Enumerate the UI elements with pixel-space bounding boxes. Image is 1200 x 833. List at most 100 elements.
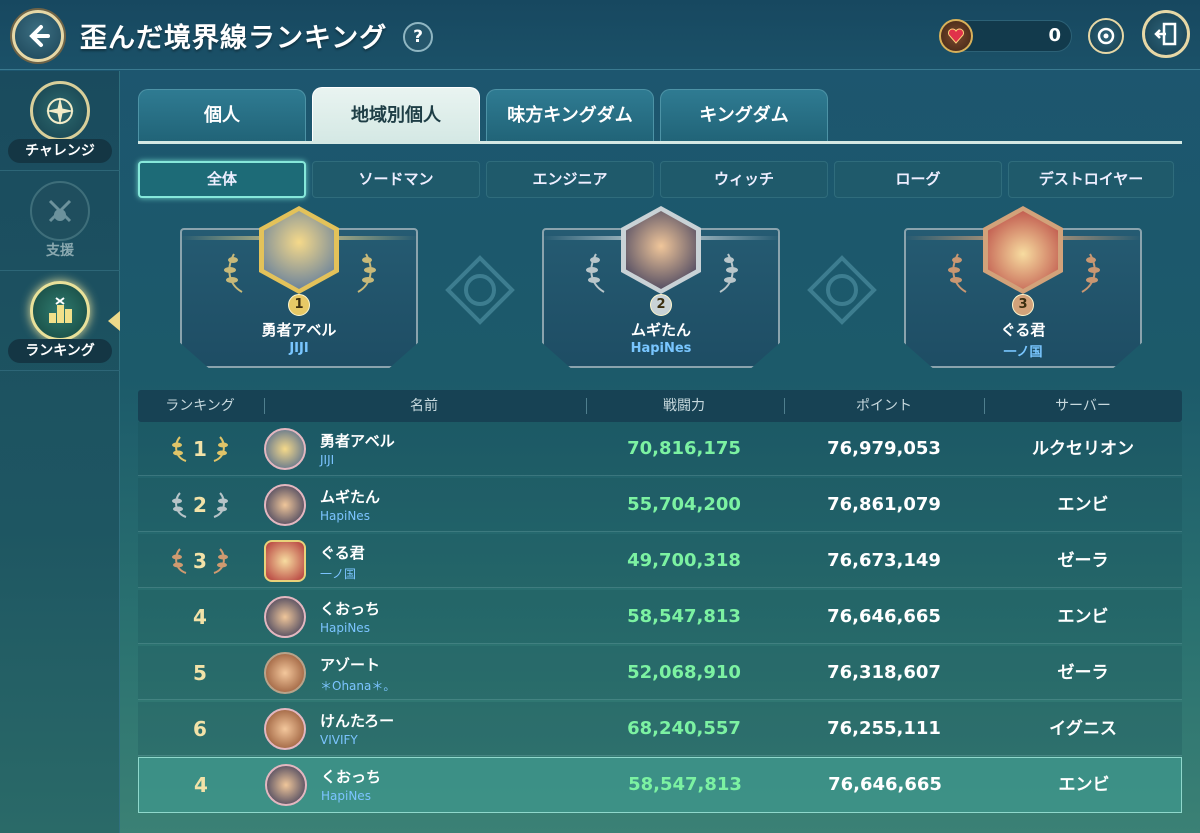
rank-badge: 1: [288, 294, 310, 316]
points: 76,646,665: [828, 774, 942, 795]
points: 76,861,079: [827, 494, 941, 515]
points: 76,646,665: [827, 606, 941, 627]
table-row[interactable]: 2 ムギたん HapiNes 55,704,200 76,861,079 エンビ: [138, 478, 1182, 532]
target-icon: [1097, 27, 1115, 45]
table-row[interactable]: 1 勇者アベル JIJI 70,816,175 76,979,053 ルクセリオ…: [138, 422, 1182, 476]
rank-number: 4: [194, 773, 208, 797]
header-power: 戦闘力: [663, 398, 705, 414]
server: エンビ: [1057, 495, 1109, 515]
celtic-knot-icon: [807, 255, 877, 325]
currency-display: 0: [939, 19, 1072, 53]
combat-power: 70,816,175: [627, 438, 741, 459]
currency-value: 0: [1048, 25, 1061, 46]
settings-button[interactable]: [1088, 18, 1124, 54]
active-indicator-icon: [108, 311, 120, 331]
server: エンビ: [1057, 607, 1109, 627]
combat-power: 49,700,318: [627, 550, 741, 571]
laurel-left-icon: [224, 253, 243, 293]
server: ゼーラ: [1057, 551, 1109, 571]
player-guild: JIJI: [320, 453, 335, 467]
player-name: ぐる君: [320, 544, 365, 562]
avatar[interactable]: [265, 764, 307, 806]
player-guild: 一ノ国: [320, 567, 357, 581]
laurel-left-icon: [948, 253, 967, 293]
combat-power: 58,547,813: [628, 774, 742, 795]
table-row[interactable]: 6 けんたろー VIVIFY 68,240,557 76,255,111 イグニ…: [138, 702, 1182, 756]
heart-gem-icon: [939, 19, 973, 53]
player-guild: VIVIFY: [320, 733, 358, 747]
rank-badge: 3: [1012, 294, 1034, 316]
sidebar-item-challenge[interactable]: チャレンジ: [0, 71, 120, 171]
avatar[interactable]: [264, 484, 306, 526]
points: 76,255,111: [827, 718, 941, 739]
podium-name: ぐる君: [1000, 321, 1046, 339]
ranking-table-header: ランキング 名前 戦闘力 ポイント サーバー: [138, 390, 1182, 422]
tab-regional-individual[interactable]: 地域別個人: [312, 87, 480, 143]
podium-guild: 一ノ国: [1003, 345, 1043, 360]
tab-kingdom[interactable]: キングダム: [660, 89, 828, 141]
podium-guild: HapiNes: [630, 341, 692, 356]
filter-witch[interactable]: ウィッチ: [660, 161, 828, 198]
celtic-knot-icon: [445, 255, 515, 325]
combat-power: 68,240,557: [627, 718, 741, 739]
server: エンビ: [1058, 775, 1110, 795]
rank-number: 4: [193, 605, 207, 629]
top-bar: 歪んだ境界線ランキング ? 0: [0, 0, 1200, 70]
combat-power: 55,704,200: [627, 494, 741, 515]
avatar[interactable]: [264, 708, 306, 750]
laurel-left-icon: [586, 253, 605, 293]
table-row[interactable]: 4 くおっち HapiNes 58,547,813 76,646,665 エンビ: [138, 590, 1182, 644]
player-name: 勇者アベル: [320, 432, 395, 450]
table-row[interactable]: 5 アゾート ＊Ohana＊。 52,068,910 76,318,607 ゼー…: [138, 646, 1182, 700]
sidebar-item-ranking[interactable]: ランキング: [0, 271, 120, 371]
laurel-right-icon: [1081, 253, 1100, 293]
ranking-podium-icon: [30, 281, 90, 341]
header-server: サーバー: [1055, 398, 1111, 414]
server: イグニス: [1049, 719, 1117, 739]
filter-engineer[interactable]: エンジニア: [486, 161, 654, 198]
back-button[interactable]: [12, 10, 64, 62]
back-arrow-icon: [29, 25, 50, 47]
tab-individual[interactable]: 個人: [138, 89, 306, 141]
avatar[interactable]: [264, 540, 306, 582]
header-rank: ランキング: [165, 398, 235, 414]
sidebar-item-support[interactable]: 支援: [0, 171, 120, 271]
avatar[interactable]: [264, 596, 306, 638]
hat-girl-portrait-icon: [988, 211, 1058, 289]
blonde-hero-portrait-icon: [264, 211, 334, 289]
rank-number: 3: [193, 549, 207, 573]
help-button[interactable]: ?: [403, 22, 433, 52]
podium-guild: JIJI: [289, 341, 309, 356]
player-name: くおっち: [320, 600, 381, 618]
filter-swordsman[interactable]: ソードマン: [312, 161, 480, 198]
catgirl-portrait-icon: [626, 211, 696, 289]
filter-destroyer[interactable]: デストロイヤー: [1008, 161, 1174, 198]
avatar[interactable]: [264, 652, 306, 694]
rank-number: 2: [193, 493, 207, 517]
podium-name: ムギたん: [630, 321, 691, 339]
points: 76,979,053: [827, 438, 941, 459]
tab-underline: [138, 141, 1182, 144]
podium-name: 勇者アベル: [261, 321, 337, 339]
player-name: けんたろー: [320, 712, 395, 730]
avatar[interactable]: [264, 428, 306, 470]
rank-number: 1: [193, 437, 207, 461]
my-rank-row[interactable]: 4 くおっち HapiNes 58,547,813 76,646,665 エンビ: [138, 757, 1182, 813]
rank-number: 5: [193, 661, 207, 685]
laurel-right-icon: [719, 253, 738, 293]
player-name: ムギたん: [320, 488, 381, 506]
filter-rogue[interactable]: ローグ: [834, 161, 1002, 198]
sidebar-item-label: 支援: [46, 243, 74, 259]
table-row[interactable]: 3 ぐる君 一ノ国 49,700,318 76,673,149 ゼーラ: [138, 534, 1182, 588]
player-name: アゾート: [320, 656, 381, 674]
header-name: 名前: [410, 398, 438, 414]
combat-power: 52,068,910: [627, 662, 741, 683]
rank-number: 6: [193, 717, 207, 741]
player-name: くおっち: [321, 768, 382, 786]
exit-button[interactable]: [1142, 10, 1190, 58]
server: ルクセリオン: [1032, 439, 1134, 459]
filter-all[interactable]: 全体: [138, 161, 306, 198]
tab-ally-kingdom[interactable]: 味方キングダム: [486, 89, 654, 141]
exit-door-icon: [1154, 22, 1177, 46]
side-menu: チャレンジ 支援 ランキング: [0, 71, 120, 833]
